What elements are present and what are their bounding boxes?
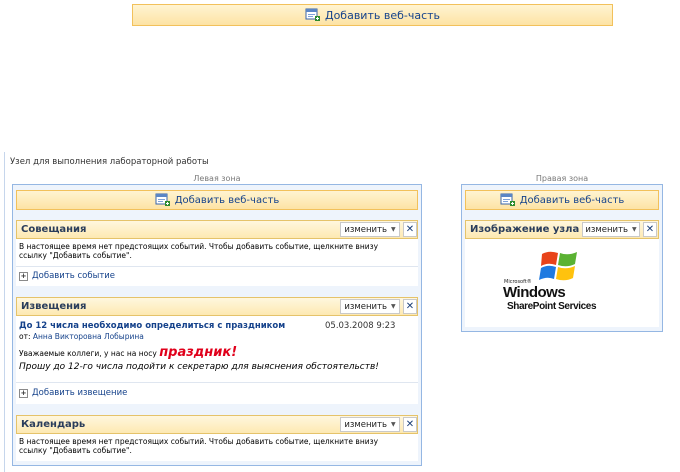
top-add-webpart-label: Добавить веб-часть	[324, 8, 441, 22]
announcement-date: 05.03.2008 9:23	[325, 321, 396, 331]
close-icon: ✕	[645, 224, 655, 235]
announcements-edit-button[interactable]: изменить ▼	[340, 299, 400, 314]
calendar-edit-button[interactable]: изменить ▼	[340, 417, 400, 432]
announcement-author-link[interactable]: Анна Викторовна Лобырина	[33, 332, 144, 341]
plus-icon: +	[19, 388, 28, 398]
add-event-link[interactable]: + Добавить событие	[19, 271, 115, 281]
announcements-separator	[16, 382, 418, 383]
announcements-webpart: Извещения изменить ▼ ✕ До 12 числа необхо…	[16, 297, 418, 404]
calendar-title: Календарь	[21, 419, 86, 430]
announcements-title: Извещения	[21, 301, 87, 312]
dropdown-arrow-icon: ▼	[391, 421, 396, 428]
add-webpart-icon	[155, 193, 171, 207]
add-webpart-icon	[500, 193, 516, 207]
left-zone: Добавить веб-часть Совещания изменить ▼ ✕…	[12, 184, 422, 466]
calendar-empty-text: В настоящее время нет предстоящих событи…	[19, 437, 379, 455]
add-announcement-link[interactable]: + Добавить извещение	[19, 388, 127, 398]
site-image-webpart: Изображение узла изменить ▼ ✕ Microsoft® …	[465, 220, 659, 327]
add-webpart-icon	[305, 8, 321, 22]
right-zone: Добавить веб-часть Изображение узла изме…	[461, 184, 663, 332]
announcement-body-line1: Уважаемые коллеги, у нас на носу праздни…	[19, 345, 238, 360]
right-add-webpart-button[interactable]: Добавить веб-часть	[465, 190, 659, 210]
site-image-header: Изображение узла изменить ▼ ✕	[465, 220, 659, 239]
left-add-webpart-label: Добавить веб-часть	[174, 194, 280, 206]
site-image-edit-button[interactable]: изменить ▼	[582, 222, 640, 237]
left-add-webpart-button[interactable]: Добавить веб-часть	[16, 190, 418, 210]
announcements-close-button[interactable]: ✕	[403, 299, 417, 314]
meetings-empty-text: В настоящее время нет предстоящих событи…	[19, 242, 379, 260]
close-icon: ✕	[405, 301, 415, 312]
announcement-highlight: праздник!	[159, 345, 238, 360]
meetings-webpart: Совещания изменить ▼ ✕ В настоящее время …	[16, 220, 418, 286]
close-icon: ✕	[405, 224, 415, 235]
meetings-edit-button[interactable]: изменить ▼	[340, 222, 400, 237]
meetings-close-button[interactable]: ✕	[403, 222, 417, 237]
plus-icon: +	[19, 271, 28, 281]
page-left-border	[4, 152, 5, 472]
logo-windows-text: Windows	[503, 284, 566, 301]
right-zone-label: Правая зона	[535, 174, 589, 183]
left-zone-label: Левая зона	[193, 174, 241, 183]
announcements-header: Извещения изменить ▼ ✕	[16, 297, 418, 316]
close-icon: ✕	[405, 419, 415, 430]
meetings-header: Совещания изменить ▼ ✕	[16, 220, 418, 239]
site-image-title: Изображение узла	[470, 224, 580, 235]
right-add-webpart-label: Добавить веб-часть	[519, 194, 625, 206]
announcement-title-link[interactable]: До 12 числа необходимо определиться с пр…	[19, 321, 285, 331]
announcement-body-line2: Прошу до 12-го числа подойти к секретарю…	[19, 362, 379, 372]
windows-flag-icon	[539, 251, 577, 281]
meetings-title: Совещания	[21, 224, 87, 235]
site-title: Узел для выполнения лабораторной работы	[10, 157, 209, 167]
calendar-close-button[interactable]: ✕	[403, 417, 417, 432]
dropdown-arrow-icon: ▼	[632, 226, 637, 233]
meetings-separator	[16, 266, 418, 267]
calendar-header: Календарь изменить ▼ ✕	[16, 415, 418, 434]
dropdown-arrow-icon: ▼	[391, 303, 396, 310]
logo-sharepoint-text: SharePoint Services	[507, 301, 597, 312]
announcement-author-row: от: Анна Викторовна Лобырина	[19, 332, 144, 341]
site-image-close-button[interactable]: ✕	[643, 222, 657, 237]
calendar-webpart: Календарь изменить ▼ ✕ В настоящее время …	[16, 415, 418, 461]
sharepoint-logo: Microsoft® Windows SharePoint Services	[465, 240, 659, 327]
top-add-webpart-button[interactable]: Добавить веб-часть	[132, 4, 613, 26]
dropdown-arrow-icon: ▼	[391, 226, 396, 233]
